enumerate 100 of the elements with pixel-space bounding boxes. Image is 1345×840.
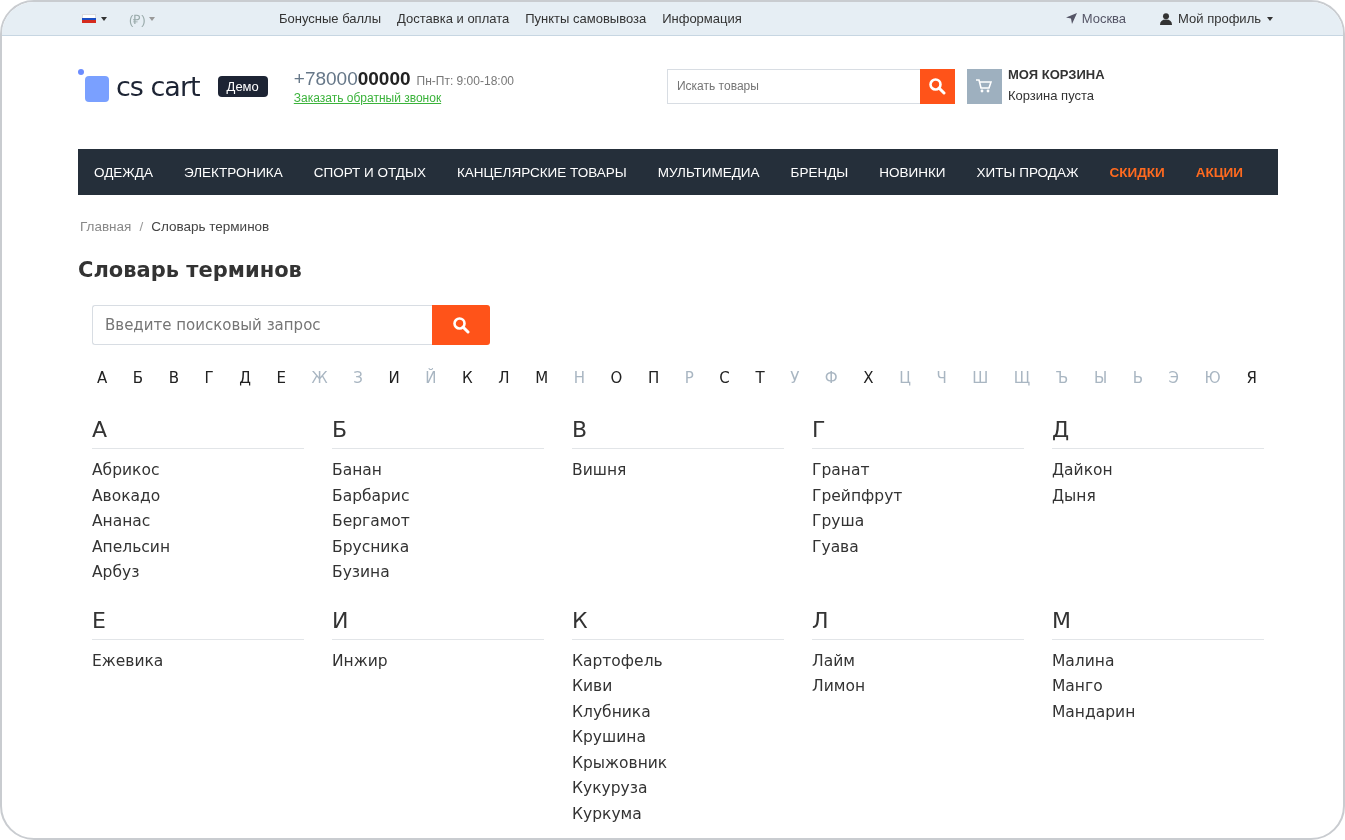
menu-item[interactable]: НОВИНКИ: [879, 164, 946, 180]
letter-heading: Г: [812, 417, 1024, 449]
letter-heading: М: [1052, 607, 1264, 640]
alphabet-letter[interactable]: Е: [271, 369, 292, 387]
glossary-term[interactable]: Абрикос: [92, 458, 160, 484]
glossary-term[interactable]: Крыжовник: [572, 750, 668, 776]
search-icon: [928, 77, 947, 95]
glossary-term[interactable]: Дыня: [1052, 483, 1096, 509]
top-link[interactable]: Информация: [662, 11, 742, 26]
alphabet-letter[interactable]: О: [605, 369, 628, 387]
alphabet-letter: Ц: [898, 369, 912, 387]
menu-item[interactable]: ХИТЫ ПРОДАЖ: [976, 164, 1079, 180]
glossary-term[interactable]: Киви: [572, 674, 613, 700]
demo-label: Демо: [217, 75, 268, 97]
glossary-term[interactable]: Барбарис: [332, 483, 410, 509]
glossary-term[interactable]: Манго: [1052, 674, 1103, 700]
alphabet-letter[interactable]: Я: [1241, 369, 1262, 387]
alphabet-letter[interactable]: Т: [750, 369, 770, 387]
glossary-term[interactable]: Бузина: [332, 560, 390, 586]
glossary-term[interactable]: Бергамот: [332, 509, 410, 535]
glossary-term[interactable]: Крушина: [572, 725, 646, 751]
breadcrumb-current: Словарь терминов: [151, 219, 270, 234]
cart-title[interactable]: МОЯ КОРЗИНА: [1008, 66, 1105, 82]
flag-icon[interactable]: [82, 14, 96, 23]
city-selector[interactable]: Москва: [1065, 11, 1127, 26]
glossary-term[interactable]: Ежевика: [92, 648, 164, 674]
logo-text[interactable]: cs cart: [116, 70, 200, 102]
top-link[interactable]: Пункты самовывоза: [525, 11, 647, 26]
glossary-term[interactable]: Лайм: [812, 648, 855, 674]
glossary-term[interactable]: Гранат: [812, 458, 870, 484]
cart-status: Корзина пуста: [1008, 87, 1096, 103]
letter-heading: А: [92, 417, 304, 449]
glossary-term[interactable]: Вишня: [572, 458, 627, 484]
glossary-term[interactable]: Мандарин: [1052, 699, 1136, 725]
profile-menu[interactable]: Мой профиль: [1160, 11, 1273, 26]
alphabet-letter[interactable]: С: [714, 369, 735, 387]
glossary-term[interactable]: Ананас: [92, 509, 151, 535]
letter-heading: И: [332, 607, 544, 640]
glossary-term[interactable]: Лимон: [812, 674, 866, 700]
logo-icon: [78, 69, 110, 103]
alphabet-letter: Ч: [935, 369, 948, 387]
alphabet-letter[interactable]: Б: [127, 369, 149, 387]
search-button[interactable]: [920, 68, 955, 104]
alphabet-letter[interactable]: К: [457, 369, 478, 387]
alphabet-letter[interactable]: В: [163, 369, 184, 387]
top-link[interactable]: Бонусные баллы: [279, 11, 382, 26]
glossary-term[interactable]: Картофель: [572, 648, 663, 674]
alphabet-letter: Ж: [310, 369, 329, 387]
breadcrumb-link[interactable]: Главная: [80, 219, 132, 234]
user-icon: [1160, 12, 1173, 25]
glossary-search-field[interactable]: Введите поисковый запрос: [92, 305, 432, 345]
alphabet-letter: Й: [424, 369, 438, 387]
glossary-term[interactable]: Грейпфрут: [812, 483, 903, 509]
working-hours: Пн-Пт: 9:00-18:00: [416, 73, 514, 88]
alphabet-letter[interactable]: И: [383, 369, 405, 387]
letter-heading: Л: [812, 607, 1024, 640]
alphabet-letter[interactable]: А: [92, 369, 113, 387]
alphabet-letter: Ф: [823, 369, 839, 387]
alphabet-letter[interactable]: М: [530, 369, 554, 387]
letter-heading: К: [572, 607, 784, 640]
glossary-term[interactable]: Брусника: [332, 534, 410, 560]
glossary-term[interactable]: Малина: [1052, 648, 1115, 674]
alphabet-letter: Р: [683, 369, 695, 387]
glossary-term[interactable]: Авокадо: [92, 483, 161, 509]
menu-item[interactable]: СПОРТ И ОТДЫХ: [313, 164, 426, 180]
alphabet-letter[interactable]: Л: [493, 369, 515, 387]
alphabet-letter: Ы: [1092, 369, 1109, 387]
glossary-term[interactable]: Клубника: [572, 699, 651, 725]
menu-item[interactable]: БРЕНДЫ: [790, 164, 849, 180]
alphabet-letter: У: [789, 369, 801, 387]
alphabet-letter: Н: [572, 369, 586, 387]
alphabet-letter[interactable]: Г: [199, 369, 219, 387]
menu-item[interactable]: КАНЦЕЛЯРСКИЕ ТОВАРЫ: [456, 164, 627, 180]
breadcrumb-separator: /: [139, 219, 144, 234]
search-button[interactable]: [432, 305, 490, 345]
glossary-term[interactable]: Инжир: [332, 648, 388, 674]
glossary-term[interactable]: Апельсин: [92, 534, 171, 560]
menu-item[interactable]: МУЛЬТИМЕДИА: [657, 164, 760, 180]
alphabet-letter: Ш: [971, 369, 990, 387]
glossary-term[interactable]: Арбуз: [92, 560, 140, 586]
product-search-field[interactable]: Искать товары: [667, 68, 920, 104]
glossary-term[interactable]: Гуава: [812, 534, 859, 560]
menu-item[interactable]: АКЦИИ: [1195, 164, 1243, 180]
alphabet-letter[interactable]: Д: [234, 369, 256, 387]
alphabet-letter: Э: [1167, 369, 1181, 387]
top-link[interactable]: Доставка и оплата: [397, 11, 510, 26]
glossary-term[interactable]: Груша: [812, 509, 865, 535]
glossary-term[interactable]: Куркума: [572, 801, 642, 827]
cart-button[interactable]: [967, 68, 1002, 104]
alphabet-letter[interactable]: П: [642, 369, 665, 387]
menu-item[interactable]: СКИДКИ: [1109, 164, 1165, 180]
menu-item[interactable]: ЭЛЕКТРОНИКА: [183, 164, 283, 180]
alphabet-letter[interactable]: Х: [858, 369, 879, 387]
glossary-term[interactable]: Кукуруза: [572, 776, 648, 802]
glossary-term[interactable]: Дайкон: [1052, 458, 1113, 484]
alphabet-letter: З: [352, 369, 364, 387]
glossary-term[interactable]: Банан: [332, 458, 382, 484]
letter-heading: Е: [92, 607, 304, 640]
menu-item[interactable]: ОДЕЖДА: [94, 164, 153, 180]
phone-number: +7800000000: [293, 67, 411, 89]
